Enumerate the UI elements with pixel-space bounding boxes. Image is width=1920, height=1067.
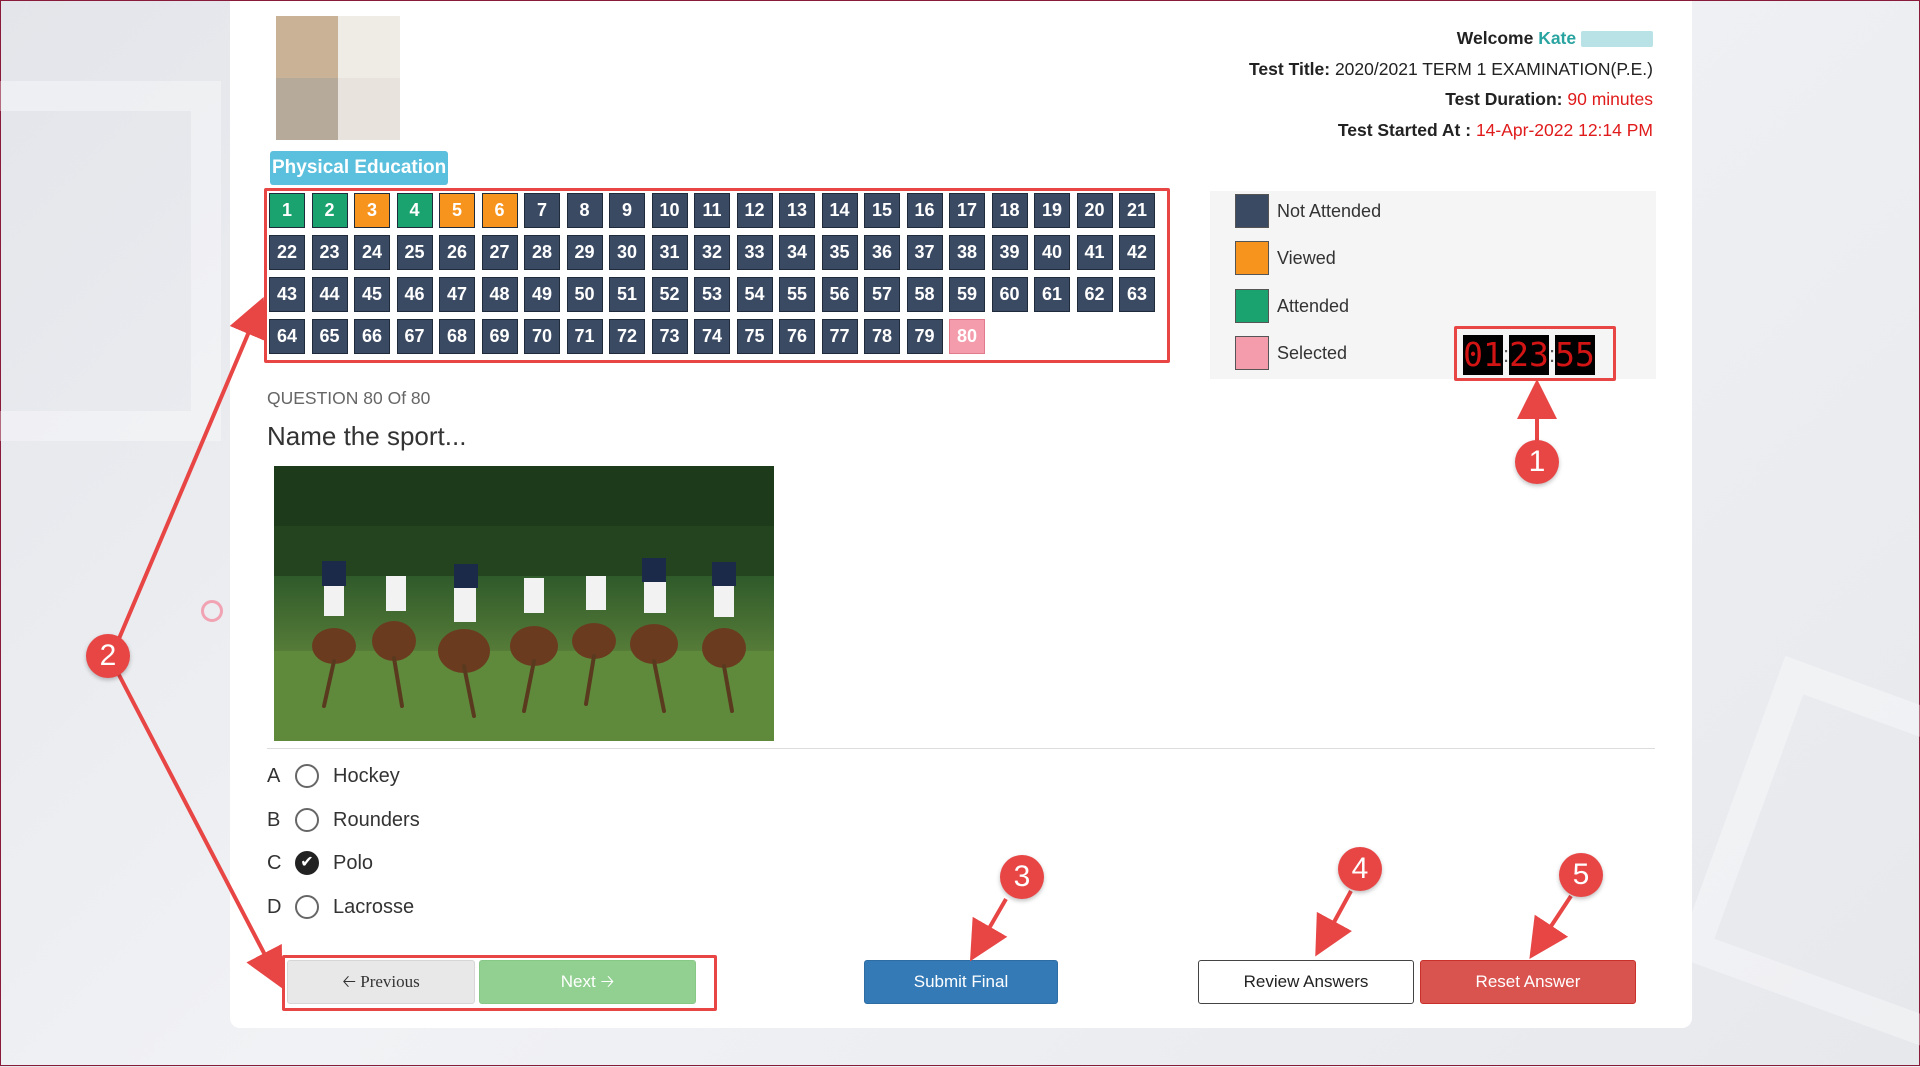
annotation-marker-5: 5 [1559,853,1603,897]
annotation-marker-2: 2 [86,634,130,678]
annotation-marker-4: 4 [1338,847,1382,891]
annotation-marker-1: 1 [1515,440,1559,484]
annotation-arrows [116,296,1573,989]
annotation-marker-3: 3 [1000,855,1044,899]
